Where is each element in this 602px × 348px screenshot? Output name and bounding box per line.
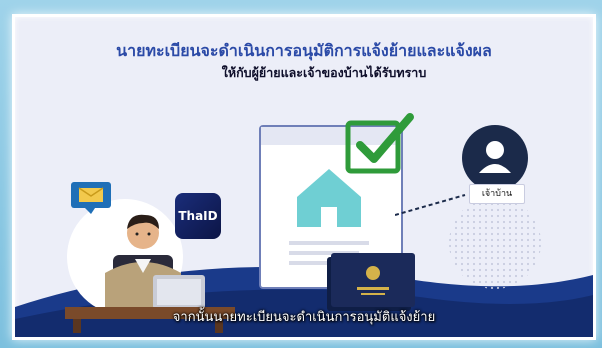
user-icon: [479, 141, 511, 173]
dotted-pattern: [449, 197, 541, 289]
homeowner-avatar: [462, 125, 528, 191]
approved-check-icon: [345, 113, 414, 174]
homeowner-label: เจ้าบ้าน: [469, 184, 525, 204]
video-canvas: นายทะเบียนจะดำเนินการอนุมัติการแจ้งย้ายแ…: [12, 14, 596, 340]
video-subtitle: จากนั้นนายทะเบียนจะดำเนินการอนุมัติแจ้งย…: [172, 310, 436, 325]
video-frame: นายทะเบียนจะดำเนินการอนุมัติการแจ้งย้ายแ…: [0, 0, 602, 348]
headline: นายทะเบียนจะดำเนินการอนุมัติการแจ้งย้ายแ…: [116, 41, 492, 60]
house-registration-book-icon: [327, 253, 415, 311]
subheadline: ให้กับผู้ย้ายและเจ้าของบ้านได้รับทราบ: [221, 65, 427, 80]
